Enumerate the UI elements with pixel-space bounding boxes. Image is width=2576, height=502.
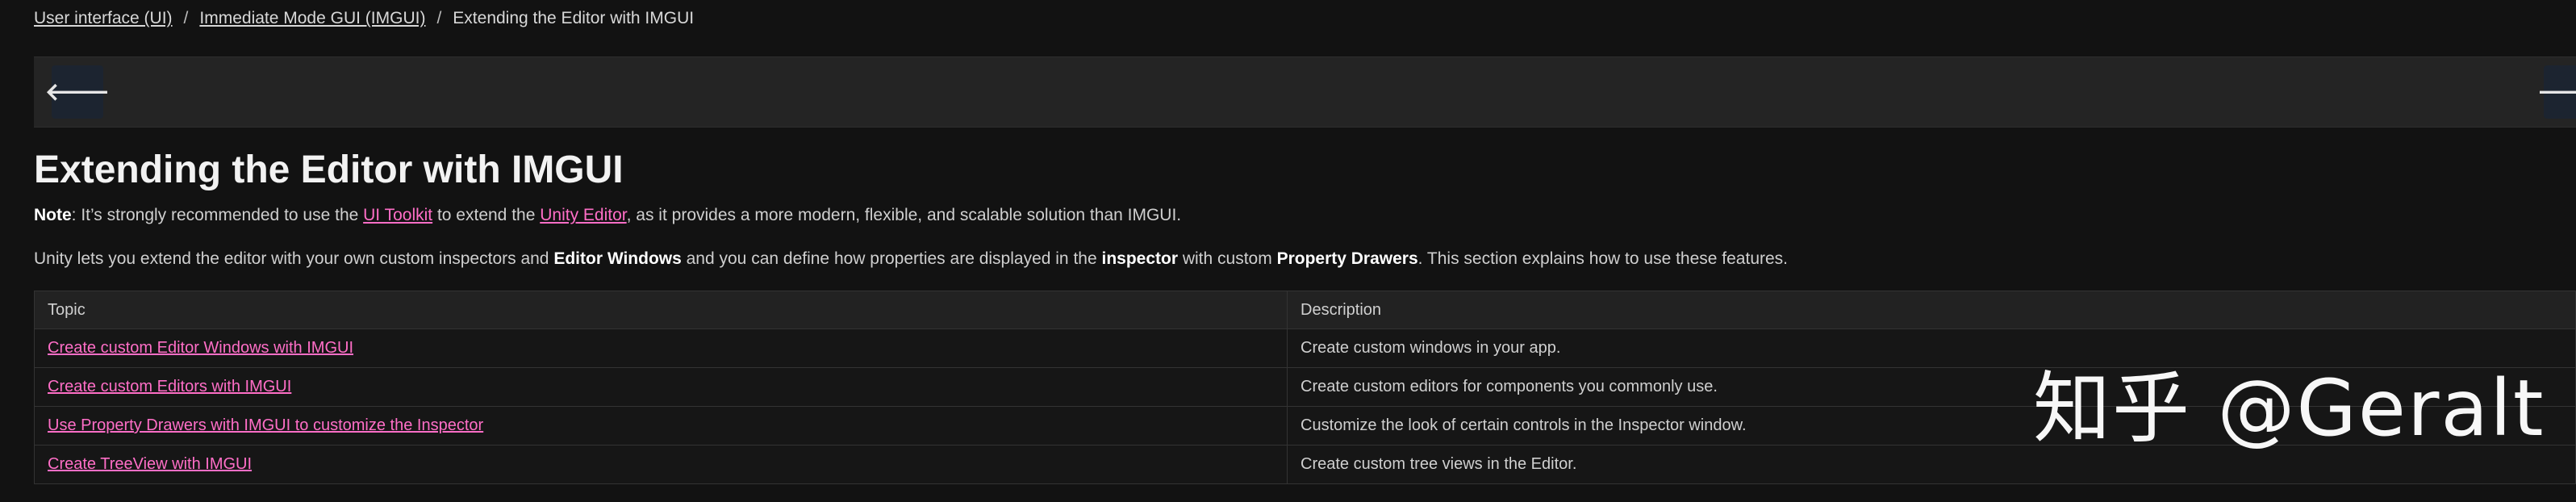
topic-link[interactable]: Create custom Editors with IMGUI [48,378,291,395]
previous-page-button[interactable]: 🡐 [45,65,110,119]
topic-cell: Create TreeView with IMGUI [34,445,1288,484]
topic-cell: Use Property Drawers with IMGUI to custo… [34,406,1288,446]
arrow-left-icon: 🡐 [44,79,111,106]
topic-link[interactable]: Use Property Drawers with IMGUI to custo… [48,416,483,434]
note-label: Note [34,206,72,224]
breadcrumb-link-ui[interactable]: User interface (UI) [34,9,173,27]
page-navigation-bar: 🡐 🡒 [34,56,2576,128]
intro-text: with custom [1178,249,1277,268]
intro-bold-editor-windows: Editor Windows [553,249,682,268]
column-header-description: Description [1287,291,2576,329]
breadcrumb-separator: / [436,9,442,27]
note-text: to extend the [432,206,541,224]
intro-text: and you can define how properties are di… [681,249,1102,268]
page-title: Extending the Editor with IMGUI [34,149,624,191]
table-header-row: Topic Description [34,291,2576,329]
note-paragraph: Note: It’s strongly recommended to use t… [34,203,1181,228]
note-text: : It’s strongly recommended to use the [71,206,364,224]
arrow-right-icon: 🡒 [2536,79,2576,106]
column-header-topic: Topic [34,291,1288,329]
topic-link[interactable]: Create TreeView with IMGUI [48,455,252,473]
topic-link[interactable]: Create custom Editor Windows with IMGUI [48,339,353,357]
breadcrumb-current: Extending the Editor with IMGUI [453,9,695,27]
intro-text: Unity lets you extend the editor with yo… [34,249,554,268]
next-page-button[interactable]: 🡒 [2537,65,2576,119]
breadcrumb: User interface (UI) / Immediate Mode GUI (… [34,6,694,31]
topic-cell: Create custom Editors with IMGUI [34,367,1288,407]
intro-bold-inspector: inspector [1101,249,1179,268]
watermark: 知乎 @Geralt [2033,363,2545,454]
intro-paragraph: Unity lets you extend the editor with yo… [34,247,1788,271]
ui-toolkit-link[interactable]: UI Toolkit [363,206,432,224]
note-text: , as it provides a more modern, flexible… [626,206,1182,224]
breadcrumb-link-imgui[interactable]: Immediate Mode GUI (IMGUI) [199,9,425,27]
breadcrumb-separator: / [183,9,189,27]
unity-editor-link[interactable]: Unity Editor [540,206,626,224]
topic-cell: Create custom Editor Windows with IMGUI [34,328,1288,368]
intro-text: . This section explains how to use these… [1417,249,1789,268]
intro-bold-property-drawers: Property Drawers [1276,249,1418,268]
